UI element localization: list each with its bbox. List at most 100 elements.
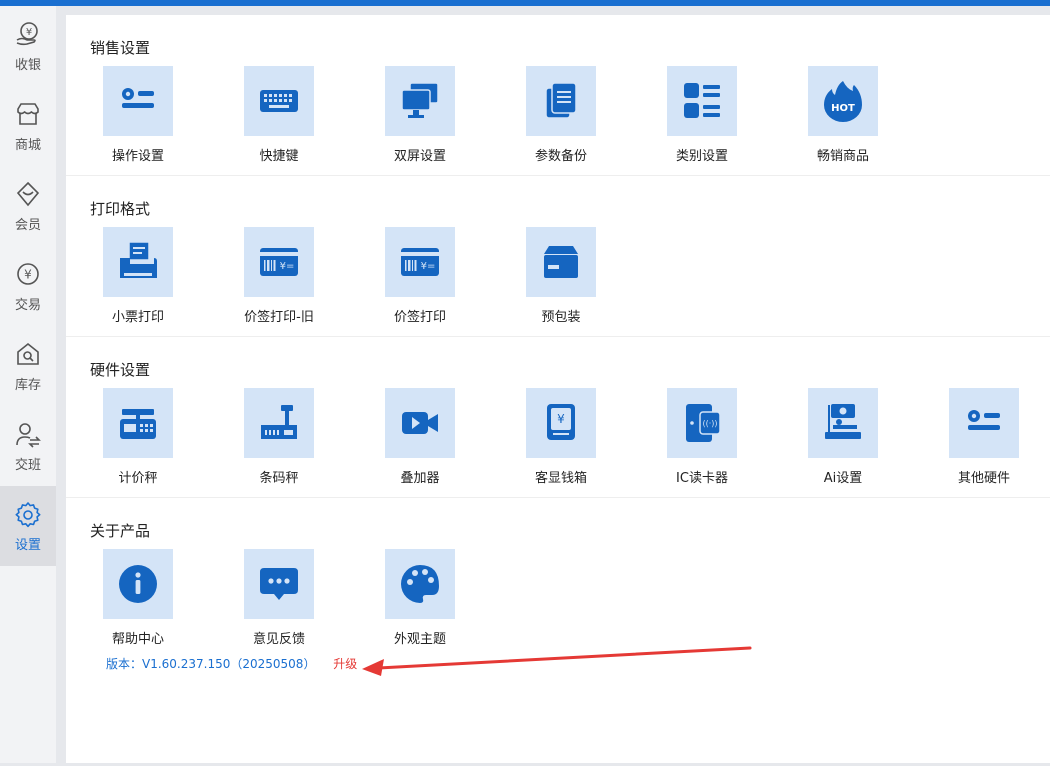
tile-label: Ai设置 <box>823 471 863 486</box>
version-text: 版本：V1.60.237.150（20250508） <box>106 657 316 671</box>
ai-scale-icon <box>825 404 861 439</box>
sidebar-item-label: 库存 <box>14 377 41 393</box>
sidebar-item-store[interactable]: 商城 <box>0 86 56 166</box>
tile-label: 外观主题 <box>393 632 446 647</box>
other-hardware-icon <box>968 410 1000 430</box>
svg-text:((·)): ((·)) <box>702 419 717 428</box>
package-box-icon <box>544 246 578 278</box>
sidebar-item-shift[interactable]: 交班 <box>0 406 56 486</box>
tile-help-center[interactable]: 帮助中心 <box>103 549 173 647</box>
svg-text:¥: ¥ <box>557 412 565 426</box>
cashier-icon: ¥ <box>16 21 38 45</box>
tile-label: 条码秤 <box>259 471 299 486</box>
sidebar-item-cashier[interactable]: ¥ 收银 <box>0 6 56 86</box>
section-print-format: 打印格式 小票打印 ¥= 价签打印-旧 ¥= 价签打印 预包装 <box>66 176 1050 337</box>
tile-label: 畅销商品 <box>816 149 869 164</box>
hot-flame-icon: HOT <box>824 81 862 122</box>
dual-screen-icon <box>401 82 439 118</box>
tile-label: 操作设置 <box>111 149 164 164</box>
section-sales-settings: 销售设置 操作设置 快捷键 双屏设置 参数备份 类别设置 HOT 畅销商品 <box>66 15 1050 176</box>
sidebar-item-label: 商城 <box>14 137 41 153</box>
sidebar-item-member[interactable]: 会员 <box>0 166 56 246</box>
sidebar-item-label: 交班 <box>14 457 41 473</box>
tile-label: 小票打印 <box>111 310 164 325</box>
tile-label: 参数备份 <box>534 149 587 164</box>
tile-label: IC读卡器 <box>676 471 728 486</box>
tile-other-hardware[interactable]: 其他硬件 <box>949 388 1019 486</box>
tile-label: 类别设置 <box>675 149 728 164</box>
svg-text:¥: ¥ <box>24 267 32 281</box>
top-accent-bar <box>0 0 1050 6</box>
tile-ai-settings[interactable]: Ai设置 <box>808 388 878 486</box>
tile-label: 意见反馈 <box>252 632 305 647</box>
sidebar-item-label: 会员 <box>14 217 41 233</box>
palette-icon <box>401 565 439 603</box>
sidebar-item-label: 交易 <box>14 297 41 313</box>
sidebar-item-settings[interactable]: 设置 <box>0 486 56 566</box>
settings-panel: 销售设置 操作设置 快捷键 双屏设置 参数备份 类别设置 HOT 畅销商品 打印… <box>66 15 1050 763</box>
card-reader-icon: ((·)) <box>686 404 721 442</box>
sidebar-item-label: 设置 <box>14 537 41 553</box>
tile-best-sellers[interactable]: HOT 畅销商品 <box>808 66 878 164</box>
svg-text:HOT: HOT <box>831 103 855 114</box>
section-title: 关于产品 <box>90 522 151 540</box>
price-tag-icon: ¥= <box>260 248 298 276</box>
keyboard-icon <box>260 90 298 112</box>
tile-pricing-scale[interactable]: 计价秤 <box>103 388 173 486</box>
tile-dual-screen[interactable]: 双屏设置 <box>385 66 455 164</box>
sidebar-item-label: 收银 <box>14 57 41 73</box>
operation-settings-icon <box>122 88 154 108</box>
svg-text:¥=: ¥= <box>421 261 436 272</box>
tile-feedback[interactable]: 意见反馈 <box>244 549 314 647</box>
tile-label: 价签打印 <box>393 310 446 325</box>
tile-overlay-device[interactable]: 叠加器 <box>385 388 455 486</box>
tile-receipt-print[interactable]: 小票打印 <box>103 227 173 325</box>
pricing-scale-icon <box>120 409 156 439</box>
tile-ic-card-reader[interactable]: ((·)) IC读卡器 <box>667 388 737 486</box>
tile-customer-display-cashbox[interactable]: ¥ 客显钱箱 <box>526 388 596 486</box>
tile-appearance-theme[interactable]: 外观主题 <box>385 549 455 647</box>
cash-drawer-icon: ¥ <box>547 404 575 440</box>
sidebar-item-inventory[interactable]: 库存 <box>0 326 56 406</box>
transaction-icon: ¥ <box>17 262 39 285</box>
settings-gear-icon <box>15 501 41 527</box>
tile-label: 计价秤 <box>118 471 158 486</box>
section-title: 打印格式 <box>90 200 151 218</box>
tile-label: 预包装 <box>541 310 581 325</box>
tile-price-tag-print-old[interactable]: ¥= 价签打印-旧 <box>244 227 314 325</box>
tile-label: 双屏设置 <box>393 149 446 164</box>
tile-parameter-backup[interactable]: 参数备份 <box>526 66 596 164</box>
store-icon <box>17 102 39 125</box>
sidebar-item-transaction[interactable]: ¥ 交易 <box>0 246 56 326</box>
inventory-icon <box>17 342 39 365</box>
price-tag-icon: ¥= <box>401 248 439 276</box>
section-title: 销售设置 <box>90 39 151 57</box>
svg-text:¥=: ¥= <box>280 261 295 272</box>
tile-operation-settings[interactable]: 操作设置 <box>103 66 173 164</box>
tile-label: 快捷键 <box>259 149 299 164</box>
tile-label: 价签打印-旧 <box>244 310 314 325</box>
tile-category-settings[interactable]: 类别设置 <box>667 66 737 164</box>
version-info: 版本：V1.60.237.150（20250508） 升级 <box>106 655 357 672</box>
tile-label: 客显钱箱 <box>534 471 587 486</box>
shift-handover-icon <box>16 422 41 448</box>
tile-price-tag-print[interactable]: ¥= 价签打印 <box>385 227 455 325</box>
tile-prepackage[interactable]: 预包装 <box>526 227 596 325</box>
tile-shortcuts[interactable]: 快捷键 <box>244 66 314 164</box>
info-icon <box>119 565 157 603</box>
tile-label: 其他硬件 <box>957 471 1010 486</box>
member-icon <box>16 181 40 206</box>
upgrade-link[interactable]: 升级 <box>333 657 357 671</box>
section-about-product: 关于产品 帮助中心 意见反馈 外观主题 <box>66 498 1050 766</box>
tile-label: 叠加器 <box>400 471 440 486</box>
section-title: 硬件设置 <box>90 361 151 379</box>
tile-label: 帮助中心 <box>111 632 164 647</box>
category-list-icon <box>684 83 720 118</box>
video-camera-icon <box>402 412 438 434</box>
section-hardware-settings: 硬件设置 计价秤 条码秤 叠加器 ¥ 客显钱箱 ((·)) IC读卡器 Ai设置… <box>66 337 1050 498</box>
receipt-printer-icon <box>120 241 157 278</box>
feedback-chat-icon <box>260 568 298 600</box>
tile-barcode-scale[interactable]: 条码秤 <box>244 388 314 486</box>
backup-icon <box>545 82 577 119</box>
sidebar-nav: ¥ 收银 商城 会员 ¥ 交易 库存 交班 设置 <box>0 6 56 763</box>
